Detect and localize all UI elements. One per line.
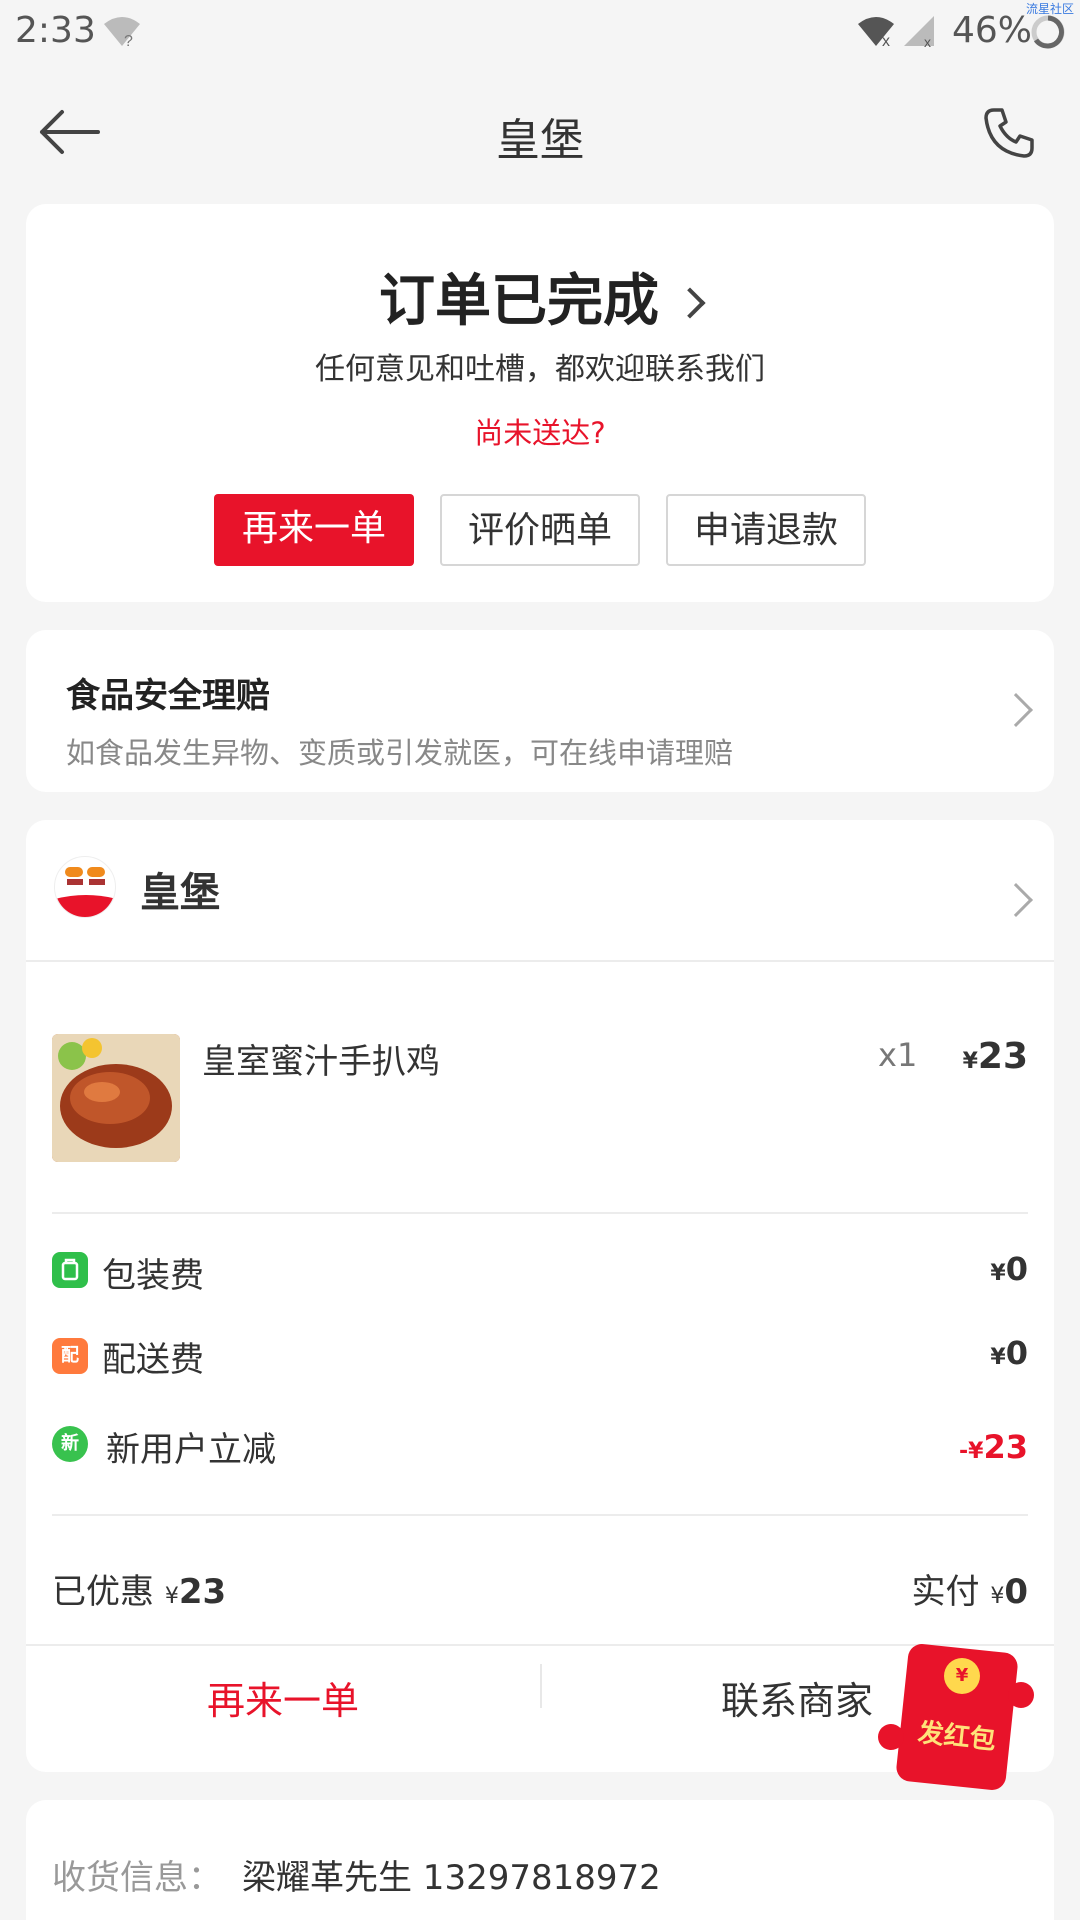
order-status-subtitle: 任何意见和吐槽，都欢迎联系我们 xyxy=(315,352,765,387)
item-quantity: x1 xyxy=(878,1036,918,1074)
item-price-value: 23 xyxy=(977,1036,1028,1077)
wifi-off-icon: x xyxy=(858,17,894,48)
order-status-title: 订单已完成 xyxy=(379,269,659,334)
status-time: 2:33 xyxy=(15,10,96,51)
cell-signal-icon: x xyxy=(904,16,934,48)
svg-text:x: x xyxy=(882,33,890,48)
svg-text:x: x xyxy=(924,34,931,48)
not-arrived-link[interactable]: 尚未送达? xyxy=(26,410,1054,452)
chevron-right-icon xyxy=(674,287,706,319)
divider xyxy=(52,1514,1028,1516)
discount-summary: 已优惠 ¥23 xyxy=(52,1572,227,1612)
delivery-info-card: 收货信息： 梁耀革先生 13297818972 日单华麦圈五货 对面球场 xyxy=(26,1800,1054,1920)
battery-ring-icon xyxy=(1031,15,1065,49)
reorder-button[interactable]: 再来一单 xyxy=(214,494,414,566)
chevron-right-icon xyxy=(999,883,1033,917)
shop-logo xyxy=(54,856,116,918)
chevron-right-icon xyxy=(999,693,1033,727)
call-button[interactable] xyxy=(980,104,1038,162)
food-safety-desc: 如食品发生异物、变质或引发就医，可在线申请理赔 xyxy=(66,736,734,770)
status-bar: 2:33 ? x x 46% 流星社区 xyxy=(0,0,1080,64)
item-currency: ¥ xyxy=(962,1049,978,1074)
new-user-discount-icon: 新 xyxy=(52,1426,88,1462)
coin-icon: ¥ xyxy=(944,1658,980,1694)
delivery-fee-value: ¥0 xyxy=(990,1334,1028,1372)
food-safety-card[interactable]: 食品安全理赔 如食品发生异物、变质或引发就医，可在线申请理赔 xyxy=(26,630,1054,792)
delivery-fee-icon: 配 xyxy=(52,1338,88,1374)
page-title: 皇堡 xyxy=(496,115,584,166)
order-detail-card: 皇堡 皇室蜜汁手扒鸡 x1 ¥23 包装费 ¥0 配 配送费 ¥0 新 新用户立… xyxy=(26,820,1054,1772)
packaging-fee-label: 包装费 xyxy=(102,1256,204,1296)
item-image xyxy=(52,1034,180,1162)
food-safety-title: 食品安全理赔 xyxy=(66,676,270,716)
packaging-fee-icon xyxy=(52,1252,88,1288)
refund-button[interactable]: 申请退款 xyxy=(666,494,866,566)
new-user-discount-label: 新用户立减 xyxy=(106,1430,276,1470)
red-packet-hand xyxy=(1008,1682,1034,1708)
divider xyxy=(52,1212,1028,1214)
order-status-card: 订单已完成 任何意见和吐槽，都欢迎联系我们 尚未送达? 再来一单 评价晒单 申请… xyxy=(26,204,1054,602)
packaging-fee-value: ¥0 xyxy=(990,1250,1028,1288)
delivery-address: 日单华麦圈五货 对面球场 xyxy=(242,1910,627,1920)
phone-icon xyxy=(984,108,1034,158)
item-name: 皇室蜜汁手扒鸡 xyxy=(202,1042,440,1082)
review-button[interactable]: 评价晒单 xyxy=(440,494,640,566)
svg-text:?: ? xyxy=(124,33,133,48)
wifi-question-icon: ? xyxy=(104,17,140,48)
paid-summary: 实付 ¥0 xyxy=(911,1572,1028,1612)
delivery-fee-label: 配送费 xyxy=(102,1340,204,1380)
item-price: ¥23 xyxy=(963,1036,1028,1077)
shop-name: 皇堡 xyxy=(140,870,220,916)
red-packet-button[interactable]: ¥ 发红包 xyxy=(872,1640,1034,1792)
corner-tag: 流星社区 xyxy=(1025,2,1074,16)
battery-percent: 46% xyxy=(952,10,1033,51)
delivery-name-phone: 梁耀革先生 13297818972 xyxy=(242,1858,661,1898)
delivery-label: 收货信息： xyxy=(52,1858,222,1898)
new-user-discount-value: -¥23 xyxy=(959,1428,1028,1466)
order-status-link[interactable]: 订单已完成 xyxy=(26,256,1054,337)
divider xyxy=(26,960,1054,962)
reorder-footer-button[interactable]: 再来一单 xyxy=(26,1670,540,1725)
